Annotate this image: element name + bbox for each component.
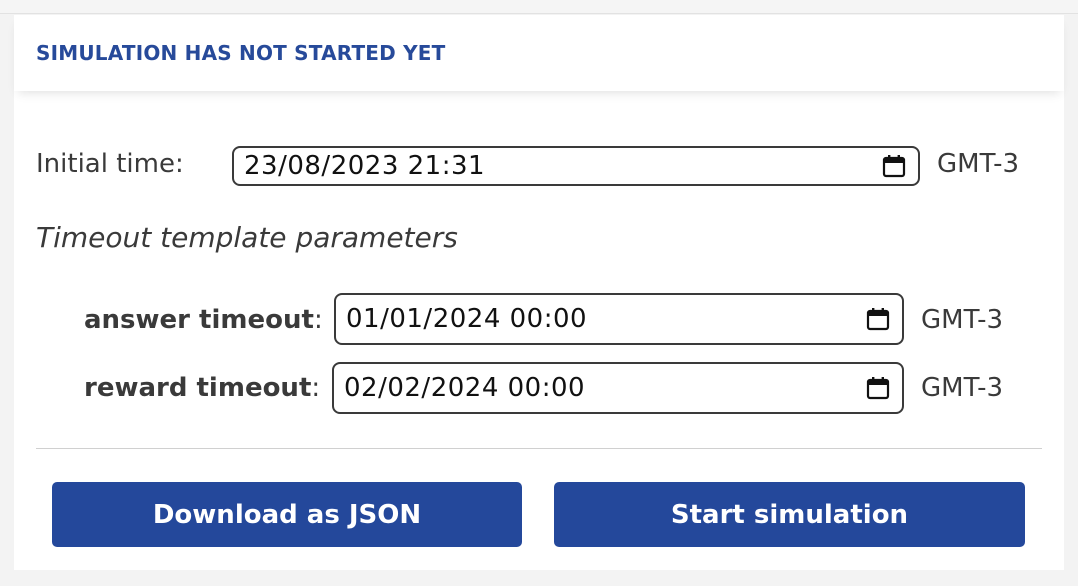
calendar-icon[interactable]: [866, 376, 890, 400]
panel-header: SIMULATION HAS NOT STARTED YET: [14, 15, 1064, 91]
calendar-icon[interactable]: [882, 154, 906, 178]
answer-timeout-timezone: GMT-3: [921, 305, 1003, 335]
initial-time-timezone: GMT-3: [937, 149, 1019, 179]
reward-timeout-colon: :: [311, 373, 321, 403]
reward-timeout-input[interactable]: 02/02/2024 00:00: [332, 362, 904, 414]
answer-timeout-label: answer timeout:: [84, 305, 323, 335]
reward-timeout-timezone: GMT-3: [921, 373, 1003, 403]
section-divider: [36, 448, 1042, 449]
download-json-button[interactable]: Download as JSON: [52, 482, 522, 547]
reward-timeout-label-text: reward timeout: [84, 373, 312, 403]
initial-time-value: 23/08/2023 21:31: [244, 151, 486, 181]
answer-timeout-colon: :: [313, 305, 323, 335]
reward-timeout-label: reward timeout:: [84, 373, 320, 403]
start-simulation-button[interactable]: Start simulation: [554, 482, 1025, 547]
reward-timeout-value: 02/02/2024 00:00: [344, 373, 586, 403]
answer-timeout-label-text: answer timeout: [84, 305, 314, 335]
simulation-status-title: SIMULATION HAS NOT STARTED YET: [36, 41, 446, 65]
initial-time-label: Initial time:: [36, 149, 184, 179]
initial-time-input[interactable]: 23/08/2023 21:31: [232, 146, 920, 186]
timeout-parameters-heading: Timeout template parameters: [36, 221, 458, 254]
answer-timeout-value: 01/01/2024 00:00: [346, 304, 588, 334]
page-top-edge: [0, 0, 1078, 14]
calendar-icon[interactable]: [866, 307, 890, 331]
answer-timeout-input[interactable]: 01/01/2024 00:00: [334, 293, 904, 345]
simulation-panel: SIMULATION HAS NOT STARTED YET Initial t…: [14, 15, 1064, 570]
